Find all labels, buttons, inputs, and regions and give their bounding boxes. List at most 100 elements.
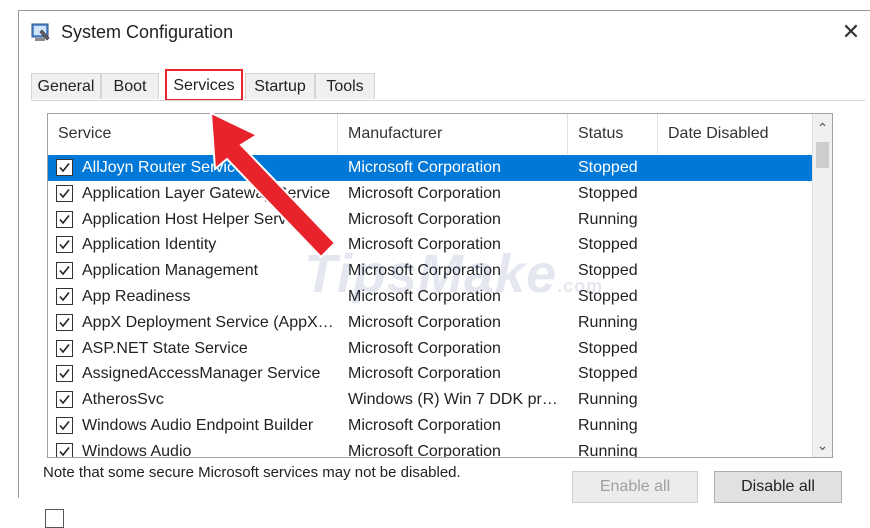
service-name: AtherosSvc: [82, 391, 164, 409]
window-title: System Configuration: [61, 22, 234, 42]
service-row[interactable]: Application Identity Microsoft Corporatio…: [48, 232, 814, 258]
tab-tools[interactable]: Tools: [315, 73, 375, 99]
service-status: Stopped: [578, 339, 638, 357]
service-date-disabled: [668, 155, 808, 181]
service-row[interactable]: AllJoyn Router Service Microsoft Corporat…: [48, 155, 814, 181]
service-manufacturer: Microsoft Corporation: [348, 262, 501, 280]
service-date-disabled: [668, 387, 808, 413]
service-row[interactable]: App Readiness Microsoft Corporation Stoppe…: [48, 284, 814, 310]
service-status: Stopped: [578, 159, 638, 176]
service-manufacturer: Microsoft Corporation: [348, 365, 501, 383]
service-row[interactable]: Windows Audio Microsoft Corporation Runnin…: [48, 439, 814, 458]
tab-general[interactable]: General: [31, 73, 101, 99]
checkmark-icon: [59, 343, 70, 353]
tab-boot[interactable]: Boot: [101, 73, 159, 99]
service-checkbox[interactable]: [56, 391, 73, 409]
checkmark-icon: [59, 188, 70, 199]
service-name: Application Identity: [82, 236, 217, 254]
service-row[interactable]: AssignedAccessManager Service Microsoft C…: [48, 361, 814, 387]
checkmark-icon: [59, 163, 70, 173]
checkmark-icon: [59, 395, 70, 405]
checkmark-icon: [59, 317, 70, 328]
service-manufacturer: Microsoft Corporation: [348, 184, 501, 202]
checkmark-icon: [59, 446, 70, 457]
service-status: Running: [578, 313, 638, 331]
service-name: Application Layer Gateway Service: [82, 184, 331, 202]
service-manufacturer: Windows (R) Win 7 DDK pr…: [348, 391, 558, 409]
service-date-disabled: [668, 181, 808, 207]
tab-services[interactable]: Services: [165, 69, 243, 101]
service-row[interactable]: Windows Audio Endpoint Builder Microsoft …: [48, 413, 814, 439]
service-manufacturer: Microsoft Corporation: [348, 236, 501, 254]
service-date-disabled: [668, 258, 808, 284]
service-checkbox[interactable]: [56, 442, 73, 457]
list-header: Service Manufacturer Status Date Disable…: [48, 114, 816, 154]
service-row[interactable]: ASP.NET State Service Microsoft Corporati…: [48, 336, 814, 362]
column-header-date-disabled[interactable]: Date Disabled: [658, 114, 816, 154]
service-name: Application Management: [82, 262, 259, 280]
system-configuration-window: System Configuration ✕ General Boot Serv…: [18, 10, 870, 528]
service-name: Windows Audio Endpoint Builder: [82, 417, 314, 434]
service-status: Running: [578, 391, 638, 409]
scroll-down-icon[interactable]: ⌄: [813, 435, 832, 455]
service-checkbox[interactable]: [56, 262, 73, 280]
checkmark-icon: [59, 266, 70, 276]
column-header-manufacturer[interactable]: Manufacturer: [338, 114, 568, 154]
checkmark-icon: [59, 292, 70, 302]
service-row[interactable]: AppX Deployment Service (AppX… Microsoft …: [48, 310, 814, 336]
column-header-service[interactable]: Service: [48, 114, 338, 154]
services-list[interactable]: Service Manufacturer Status Date Disable…: [47, 113, 833, 458]
service-checkbox[interactable]: [56, 339, 73, 357]
service-date-disabled: [668, 439, 808, 457]
checkmark-icon: [59, 214, 70, 224]
service-manufacturer: Microsoft Corporation: [348, 417, 501, 434]
service-name: AssignedAccessManager Service: [82, 365, 321, 383]
service-checkbox[interactable]: [56, 159, 73, 176]
service-name: Windows Audio: [82, 442, 192, 458]
service-status: Running: [578, 417, 638, 434]
service-checkbox[interactable]: [56, 184, 73, 202]
column-header-status[interactable]: Status: [568, 114, 658, 154]
service-date-disabled: [668, 284, 808, 310]
service-row[interactable]: Application Layer Gateway Service Microso…: [48, 181, 814, 207]
service-name: ASP.NET State Service: [82, 339, 248, 357]
service-manufacturer: Microsoft Corporation: [348, 339, 501, 357]
service-row[interactable]: AtherosSvc Windows (R) Win 7 DDK pr… Runni…: [48, 387, 814, 413]
service-name: App Readiness: [82, 288, 191, 305]
vertical-scrollbar[interactable]: ⌃ ⌄: [812, 114, 832, 457]
service-date-disabled: [668, 207, 808, 233]
tab-startup[interactable]: Startup: [245, 73, 315, 99]
service-date-disabled: [668, 232, 808, 258]
service-checkbox[interactable]: [56, 417, 73, 434]
service-row[interactable]: Application Host Helper Service Microsoft…: [48, 207, 814, 233]
scroll-up-icon[interactable]: ⌃: [813, 118, 832, 138]
hide-microsoft-services-checkbox[interactable]: [45, 509, 64, 528]
services-panel: Service Manufacturer Status Date Disable…: [31, 100, 865, 528]
service-status: Running: [578, 210, 638, 228]
service-checkbox[interactable]: [56, 236, 73, 254]
checkmark-icon: [59, 421, 70, 431]
close-button[interactable]: ✕: [832, 11, 870, 53]
service-status: Stopped: [578, 262, 638, 280]
msconfig-icon: [31, 23, 51, 43]
service-status: Stopped: [578, 236, 638, 254]
service-status: Stopped: [578, 184, 638, 202]
secure-services-note: Note that some secure Microsoft services…: [43, 464, 461, 481]
service-date-disabled: [668, 310, 808, 336]
service-checkbox[interactable]: [56, 313, 73, 331]
service-manufacturer: Microsoft Corporation: [348, 210, 501, 228]
scroll-thumb[interactable]: [816, 142, 829, 168]
service-row[interactable]: Application Management Microsoft Corporat…: [48, 258, 814, 284]
service-status: Running: [578, 442, 638, 458]
service-checkbox[interactable]: [56, 365, 73, 383]
service-checkbox[interactable]: [56, 288, 73, 305]
service-name: AllJoyn Router Service: [82, 159, 244, 176]
service-date-disabled: [668, 413, 808, 439]
disable-all-button[interactable]: Disable all: [714, 471, 842, 503]
service-checkbox[interactable]: [56, 210, 73, 228]
checkmark-icon: [59, 240, 70, 250]
service-status: Stopped: [578, 288, 638, 305]
service-manufacturer: Microsoft Corporation: [348, 313, 501, 331]
service-date-disabled: [668, 336, 808, 362]
enable-all-button[interactable]: Enable all: [572, 471, 698, 503]
